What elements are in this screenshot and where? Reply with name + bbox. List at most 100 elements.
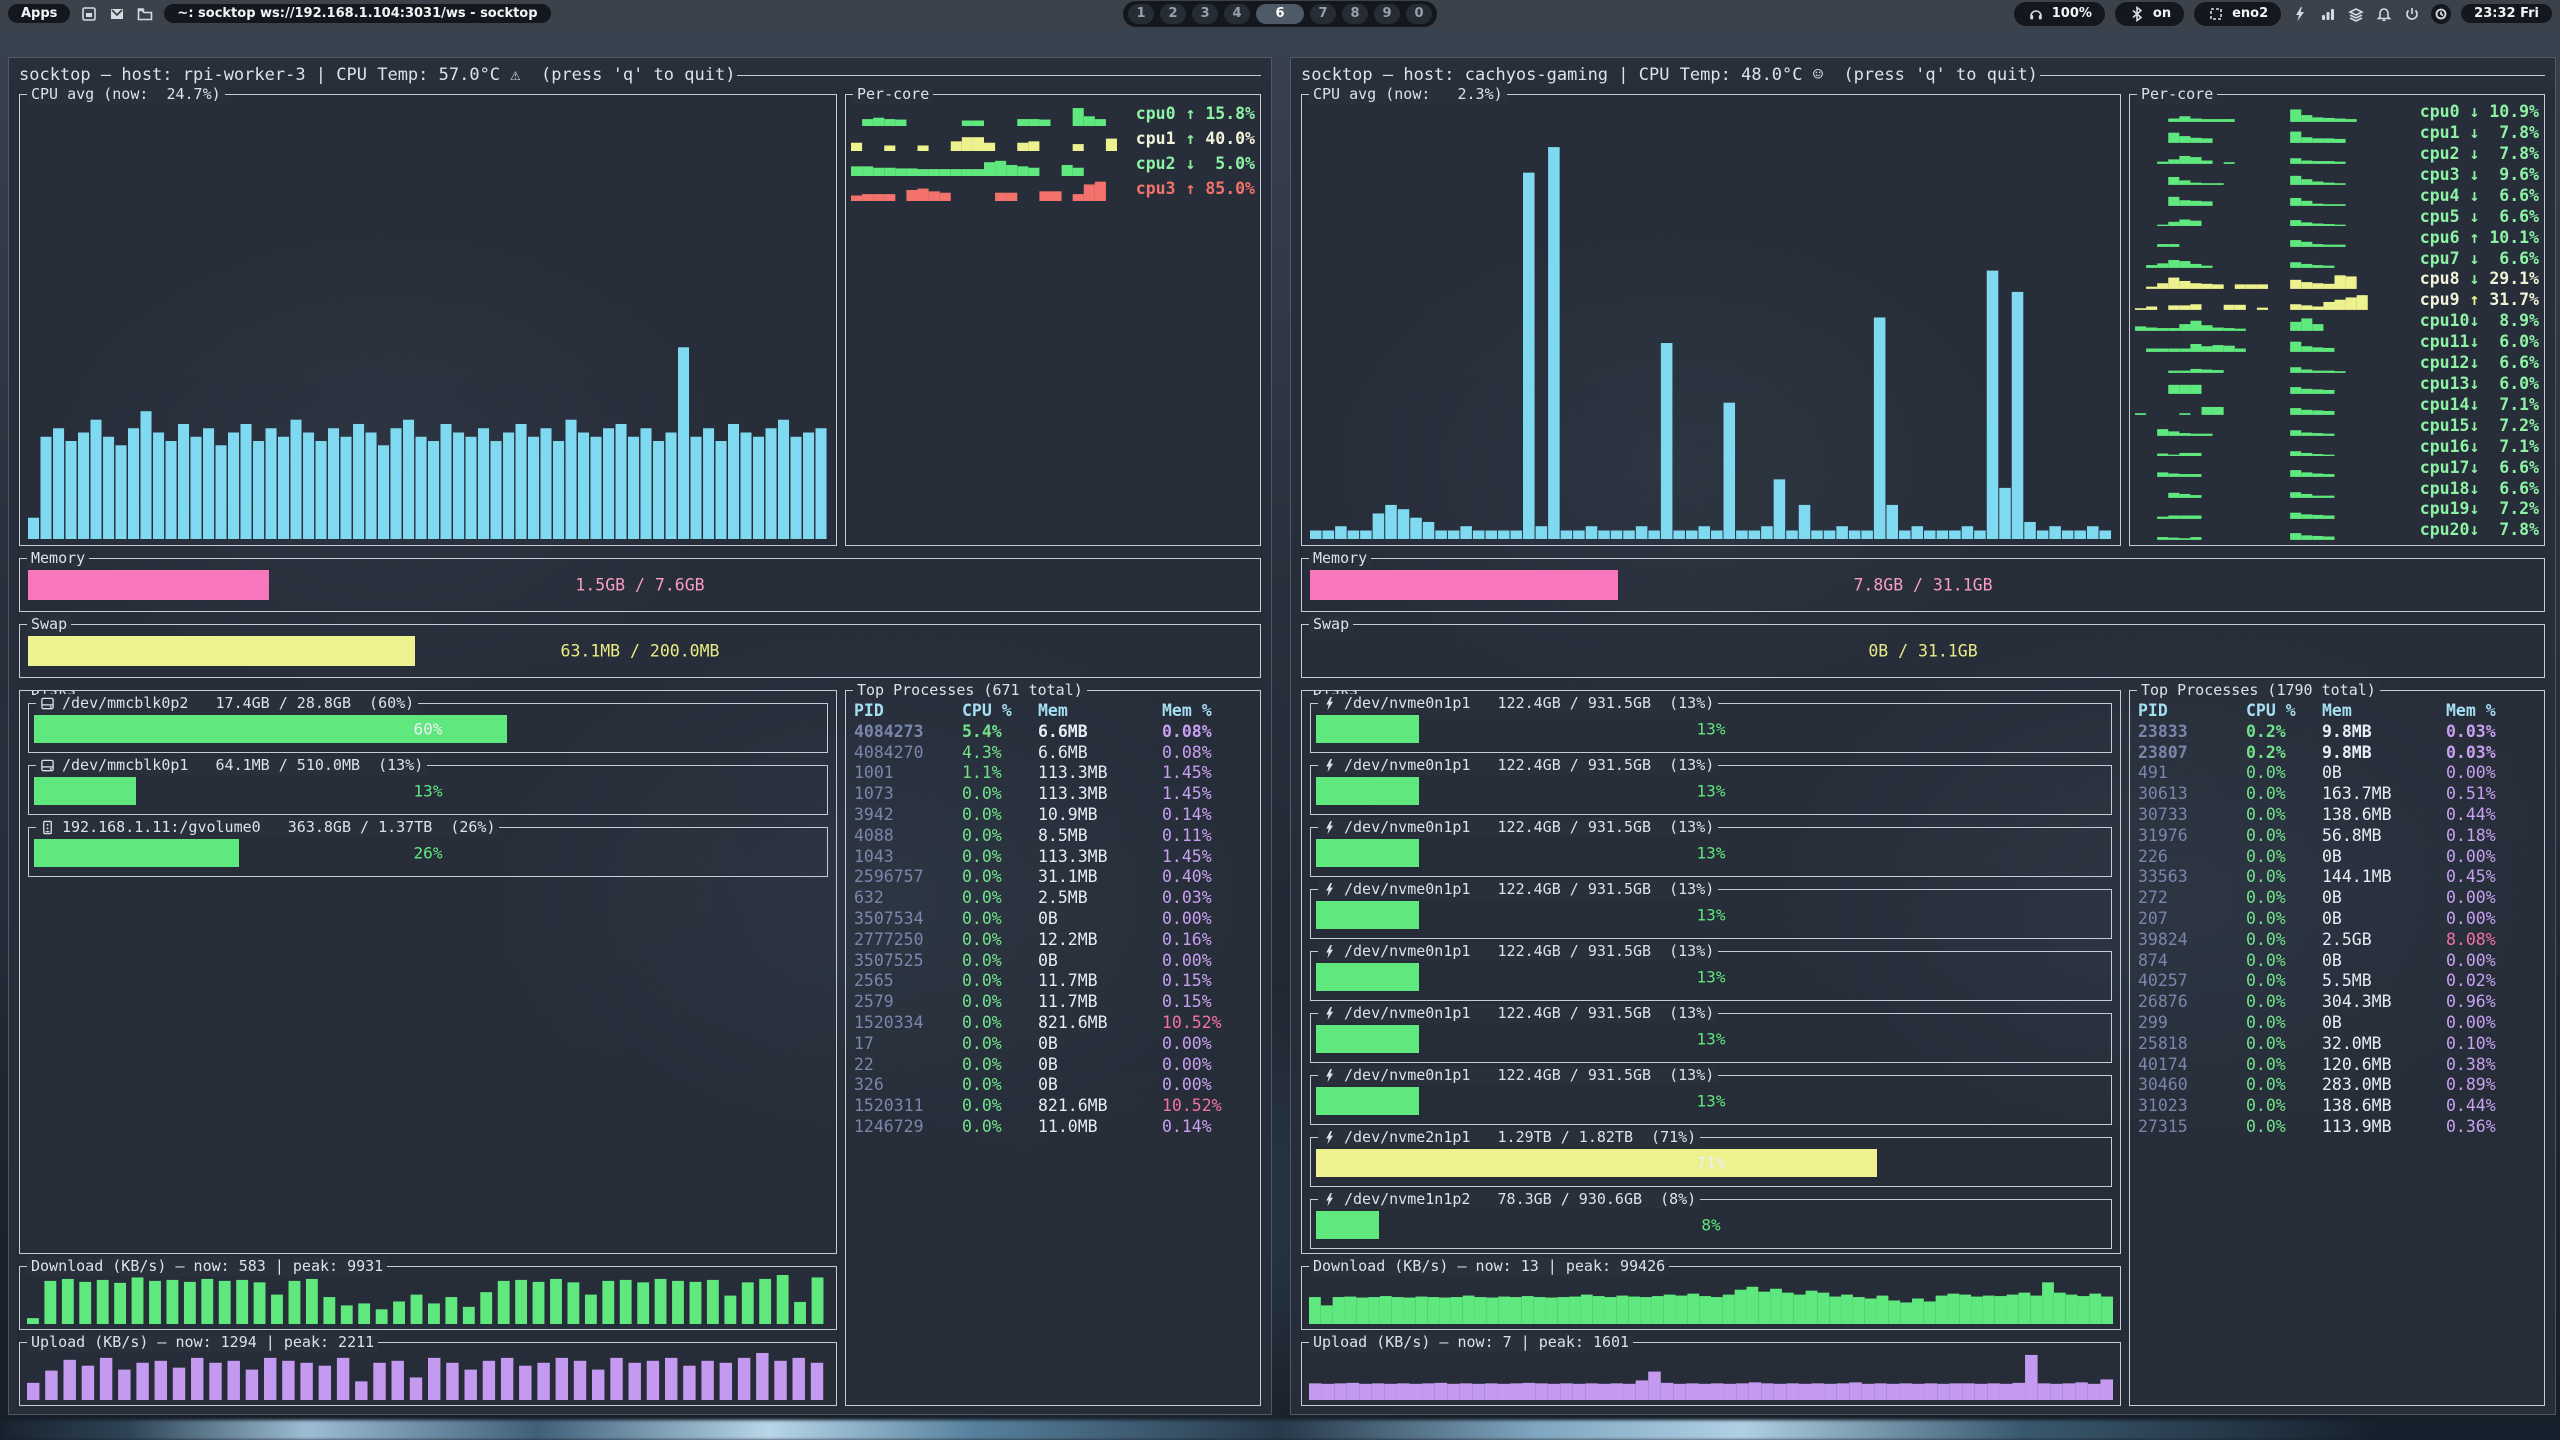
process-cell: 272 (2138, 888, 2246, 909)
workspace-button-0[interactable]: 0 (1406, 4, 1432, 24)
disk-usage-percent: 71% (1316, 1154, 2106, 1173)
core-stat-label: cpu11↓ 6.0% (2407, 334, 2539, 351)
process-column-header: CPU % (2246, 701, 2322, 722)
process-cell: 10.9MB (1038, 805, 1162, 826)
process-cell: 0.00% (2446, 847, 2538, 868)
usage-text: 7.8GB / 31.1GB (1302, 576, 2544, 595)
process-cell: 31023 (2138, 1096, 2246, 1117)
process-cell: 33563 (2138, 867, 2246, 888)
signal-bars-icon[interactable] (2319, 5, 2337, 23)
clock-widget[interactable]: 23:32 Fri (2461, 4, 2552, 23)
disk-usage-bar: 13% (1316, 715, 2106, 743)
core-stat-label: cpu2 ↓ 7.8% (2407, 146, 2539, 163)
disk-title: /dev/mmcblk0p1 64.1MB / 510.0MB (13%) (36, 756, 427, 775)
terminal-window-rpi-worker-3[interactable]: socktop — host: rpi-worker-3 | CPU Temp:… (8, 57, 1272, 1415)
flash-icon (1322, 696, 1337, 711)
core-sparkline (2135, 354, 2401, 373)
process-cell: 40257 (2138, 971, 2246, 992)
core-stat-label: cpu2 ↓ 5.0% (1123, 156, 1255, 173)
disk-title: /dev/nvme0n1p1 122.4GB / 931.5GB (13%) (1318, 818, 1718, 837)
process-cell: 4084273 (854, 722, 962, 743)
core-sparkline (2135, 312, 2401, 331)
process-cell: 30733 (2138, 805, 2246, 826)
process-cell: 113.3MB (1038, 763, 1162, 784)
core-stat-label: cpu6 ↑ 10.1% (2407, 230, 2539, 247)
process-cell: 0.36% (2446, 1117, 2538, 1138)
process-cell: 0.51% (2446, 784, 2538, 805)
process-column-header: Mem (1038, 701, 1162, 722)
socktop-header-text: socktop — host: cachyos-gaming | CPU Tem… (1301, 65, 2038, 85)
core-row-cpu18: cpu18↓ 6.6% (2135, 478, 2539, 499)
focused-window-title[interactable]: ~: socktop ws://192.168.1.104:3031/ws - … (164, 4, 550, 23)
process-cell: 0.0% (962, 805, 1038, 826)
volume-level: 100% (2052, 7, 2092, 20)
core-stat-label: cpu18↓ 6.6% (2407, 481, 2539, 498)
process-cell: 113.3MB (1038, 847, 1162, 868)
folder-icon[interactable] (136, 5, 154, 23)
disk-usage-bar: 13% (1316, 963, 2106, 991)
disk-usage-percent: 13% (1316, 844, 2106, 863)
process-cell: 0.0% (962, 784, 1038, 805)
layers-icon[interactable] (2347, 5, 2365, 23)
process-cell: 0.96% (2446, 992, 2538, 1013)
disk-entry: /dev/mmcblk0p1 64.1MB / 510.0MB (13%)13% (28, 765, 828, 815)
workspace-button-7[interactable]: 7 (1310, 4, 1336, 24)
core-row-cpu8: cpu8 ↓ 29.1% (2135, 269, 2539, 290)
core-row-cpu2: cpu2 ↓ 5.0% (851, 152, 1255, 177)
core-row-cpu2: cpu2 ↓ 7.8% (2135, 144, 2539, 165)
core-row-cpu16: cpu16↓ 7.1% (2135, 437, 2539, 458)
disk-icon (40, 696, 55, 711)
process-cell: 0.45% (2446, 867, 2538, 888)
core-sparkline (2135, 396, 2401, 415)
core-sparkline (2135, 500, 2401, 519)
disk-usage-bar: 26% (34, 839, 822, 867)
terminal-window-cachyos-gaming[interactable]: socktop — host: cachyos-gaming | CPU Tem… (1290, 57, 2556, 1415)
core-stat-label: cpu3 ↓ 9.6% (2407, 167, 2539, 184)
core-row-cpu3: cpu3 ↓ 9.6% (2135, 165, 2539, 186)
upload-label: Upload (KB/s) — now: 7 | peak: 1601 (1309, 1333, 1633, 1352)
process-cell: 0.0% (2246, 805, 2322, 826)
swap-label: Swap (1309, 615, 1353, 634)
process-cell: 5.4% (962, 722, 1038, 743)
workspace-button-1[interactable]: 1 (1128, 4, 1154, 24)
core-row-cpu20: cpu20↓ 7.8% (2135, 520, 2539, 541)
process-cell: 30613 (2138, 784, 2246, 805)
power-profile-icon[interactable] (2291, 5, 2309, 23)
workspace-button-8[interactable]: 8 (1342, 4, 1368, 24)
process-cell: 0.00% (2446, 951, 2538, 972)
process-cell: 40174 (2138, 1055, 2246, 1076)
window-icon[interactable] (80, 5, 98, 23)
process-cell: 163.7MB (2322, 784, 2446, 805)
inbox-icon[interactable] (108, 5, 126, 23)
per-core-label: Per-core (2137, 85, 2217, 104)
core-stat-label: cpu12↓ 6.6% (2407, 355, 2539, 372)
taskbar: Apps ~: socktop ws://192.168.1.104:3031/… (0, 0, 2560, 27)
process-cell: 0.03% (1162, 888, 1254, 909)
process-cell: 0.0% (2246, 867, 2322, 888)
apps-button[interactable]: Apps (8, 4, 70, 23)
workspace-switcher: 123467890 (1123, 1, 1437, 27)
app-logo-icon[interactable] (2431, 4, 2451, 24)
workspace-button-2[interactable]: 2 (1160, 4, 1186, 24)
process-cell: 0B (2322, 888, 2446, 909)
volume-widget[interactable]: 100% (2014, 2, 2105, 26)
process-cell: 0.0% (2246, 784, 2322, 805)
power-icon[interactable] (2403, 5, 2421, 23)
memory-panel: Memory 7.8GB / 31.1GB (1301, 558, 2545, 612)
socktop-header-text: socktop — host: rpi-worker-3 | CPU Temp:… (19, 65, 735, 85)
process-cell: 4.3% (962, 743, 1038, 764)
flash-icon (1322, 820, 1337, 835)
per-core-panel: Per-core cpu0 ↑ 15.8%cpu1 ↑ 40.0%cpu2 ↓ … (845, 94, 1261, 546)
process-cell: 1.45% (1162, 784, 1254, 805)
bluetooth-widget[interactable]: on (2115, 2, 2184, 26)
process-cell: 1520334 (854, 1013, 962, 1034)
swap-panel: Swap 63.1MB / 200.0MB (19, 624, 1261, 678)
workspace-button-4[interactable]: 4 (1224, 4, 1250, 24)
bell-icon[interactable] (2375, 5, 2393, 23)
core-stat-label: cpu5 ↓ 6.6% (2407, 209, 2539, 226)
workspace-button-6[interactable]: 6 (1256, 4, 1304, 24)
workspace-button-3[interactable]: 3 (1192, 4, 1218, 24)
network-widget[interactable]: eno2 (2194, 2, 2281, 26)
core-row-cpu14: cpu14↓ 7.1% (2135, 395, 2539, 416)
workspace-button-9[interactable]: 9 (1374, 4, 1400, 24)
